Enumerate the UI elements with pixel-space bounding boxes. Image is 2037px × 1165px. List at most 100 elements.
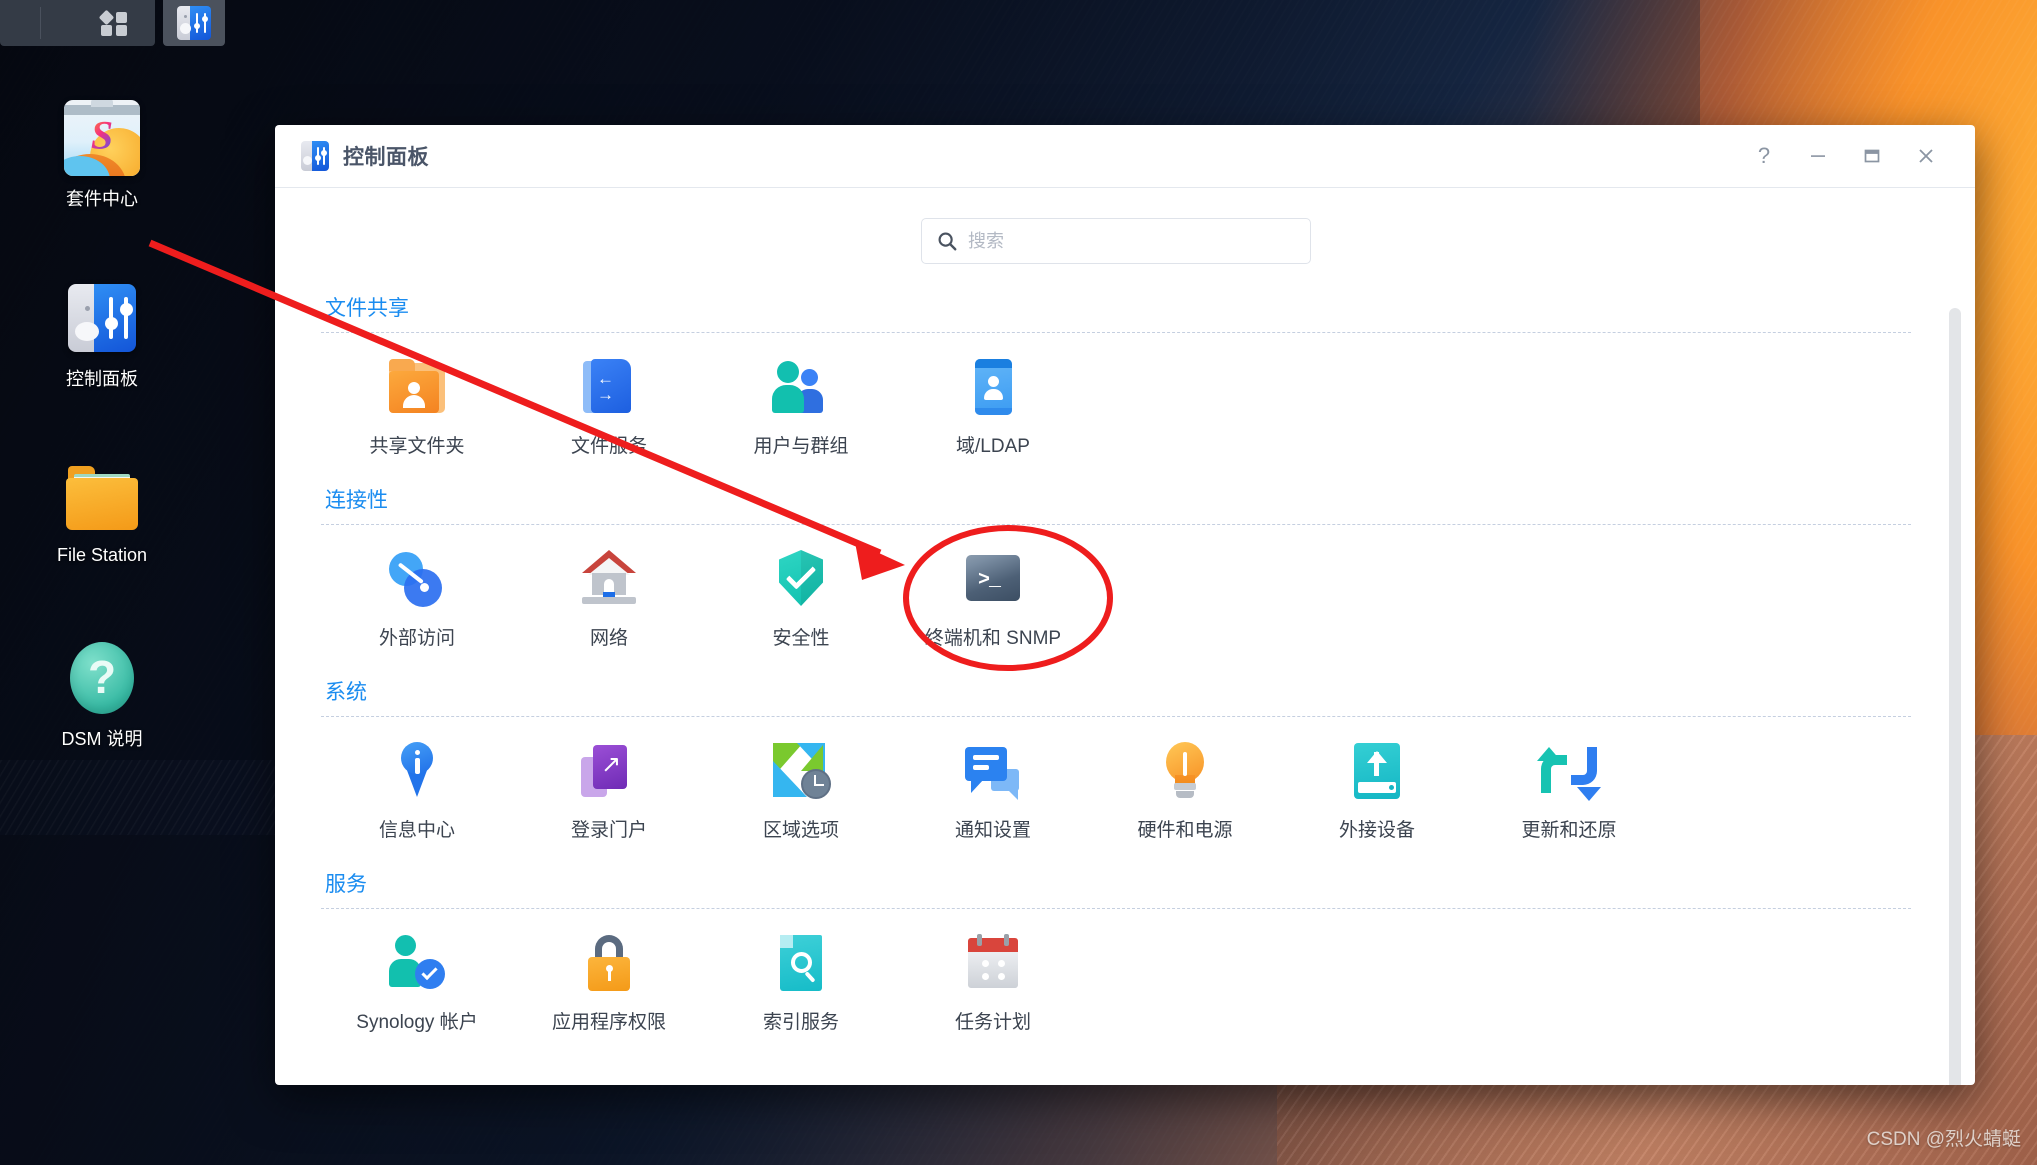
tile-label: 用户与群组 xyxy=(753,436,849,457)
tile-external-devices[interactable]: 外接设备 xyxy=(1281,735,1473,842)
close-icon xyxy=(1919,149,1933,163)
terminal-snmp-icon: >_ xyxy=(963,549,1023,609)
window-controls: ? xyxy=(1737,134,1975,178)
tile-label: 域/LDAP xyxy=(956,436,1030,457)
section-tiles: 信息中心 ↗ 登录门户 区域选项 通知设置 硬件和电源 外接设备 更新和还原 xyxy=(321,735,1911,842)
section-divider xyxy=(321,908,1911,909)
control-panel-scroll-content: 文件共享 共享文件夹 ←→ xyxy=(275,188,1975,1085)
minimize-button[interactable] xyxy=(1791,134,1845,178)
login-portal-icon: ↗ xyxy=(579,741,639,801)
section-title: 系统 xyxy=(325,681,367,704)
desktop-icon-package-center[interactable]: S 套件中心 xyxy=(22,100,182,211)
tile-label: Synology 帐户 xyxy=(356,1012,478,1033)
tile-app-privileges[interactable]: 应用程序权限 xyxy=(513,927,705,1034)
section-title: 文件共享 xyxy=(325,297,409,320)
notification-icon xyxy=(963,741,1023,801)
desktop-icon-label: DSM 说明 xyxy=(61,729,143,749)
window-titlebar: 控制面板 ? xyxy=(275,125,1975,187)
update-restore-icon xyxy=(1537,741,1601,801)
control-panel-icon xyxy=(177,6,211,40)
search-icon xyxy=(938,232,957,251)
shared-folder-icon xyxy=(387,357,447,417)
tile-label: 应用程序权限 xyxy=(551,1012,666,1033)
tile-label: 索引服务 xyxy=(762,1012,839,1033)
search-row xyxy=(321,218,1911,264)
grid-apps-icon xyxy=(98,9,127,36)
vertical-scrollbar[interactable] xyxy=(1949,308,1961,1085)
tile-label: 文件服务 xyxy=(570,436,647,457)
close-button[interactable] xyxy=(1899,134,1953,178)
regional-options-icon xyxy=(771,741,831,801)
tile-label: 信息中心 xyxy=(378,820,455,841)
section-file-sharing: 文件共享 共享文件夹 ← → 文件服务 用户与群组 域/LDAP xyxy=(321,292,1911,458)
tile-label: 区域选项 xyxy=(762,820,839,841)
tile-file-services[interactable]: ← → 文件服务 xyxy=(513,351,705,458)
tile-shared-folder[interactable]: 共享文件夹 xyxy=(321,351,513,458)
folder-icon xyxy=(64,460,140,536)
desktop-icon-label: File Station xyxy=(56,545,148,565)
control-panel-window: 控制面板 ? 搜索 文件共享 共享文件夹 ← → 文件服务 用户与群组 域/LD… xyxy=(275,125,1975,1085)
network-icon xyxy=(579,549,639,609)
tile-users-groups[interactable]: 用户与群组 xyxy=(705,351,897,458)
section-title: 服务 xyxy=(325,873,367,896)
file-services-icon: ← → xyxy=(579,357,639,417)
package-center-icon: S xyxy=(64,100,140,176)
watermark-text: CSDN @烈火蜻蜓 xyxy=(1866,1129,2021,1150)
section-divider xyxy=(321,524,1911,525)
maximize-button[interactable] xyxy=(1845,134,1899,178)
taskbar-item-control-panel[interactable] xyxy=(163,0,225,46)
tile-security[interactable]: 安全性 xyxy=(705,543,897,650)
section-tiles: 共享文件夹 ← → 文件服务 用户与群组 域/LDAP xyxy=(321,351,1911,458)
search-box[interactable] xyxy=(921,218,1311,264)
tile-hardware-power[interactable]: 硬件和电源 xyxy=(1089,735,1281,842)
section-tiles: 外部访问 网络 安全性 >_ 终端机和 SNMP xyxy=(321,543,1911,650)
tile-indexing-service[interactable]: 索引服务 xyxy=(705,927,897,1034)
tile-label: 安全性 xyxy=(772,628,830,649)
tile-label: 共享文件夹 xyxy=(369,436,465,457)
tile-synology-account[interactable]: Synology 帐户 xyxy=(321,927,513,1034)
tile-label: 任务计划 xyxy=(954,1012,1031,1033)
tile-network[interactable]: 网络 xyxy=(513,543,705,650)
desktop-icon-dsm-help[interactable]: ? DSM 说明 xyxy=(22,640,182,751)
tile-label: 通知设置 xyxy=(954,820,1031,841)
tile-label: 外部访问 xyxy=(378,628,455,649)
control-panel-icon xyxy=(301,141,329,171)
synology-account-icon xyxy=(387,933,447,993)
control-panel-icon xyxy=(64,280,140,356)
desktop-icon-label: 控制面板 xyxy=(66,369,138,389)
tile-notification[interactable]: 通知设置 xyxy=(897,735,1089,842)
hardware-power-icon xyxy=(1155,741,1215,801)
tile-domain-ldap[interactable]: 域/LDAP xyxy=(897,351,1089,458)
section-tiles: Synology 帐户 应用程序权限 索引服务 任务计划 xyxy=(321,927,1911,1034)
tile-label: 外接设备 xyxy=(1338,820,1415,841)
tile-update-restore[interactable]: 更新和还原 xyxy=(1473,735,1665,842)
taskbar xyxy=(0,0,225,46)
minimize-icon xyxy=(1811,155,1825,157)
question-mark-icon: ? xyxy=(1757,143,1771,168)
tile-label: 网络 xyxy=(589,628,628,649)
domain-ldap-icon xyxy=(963,357,1023,417)
tile-label: 登录门户 xyxy=(570,820,647,841)
maximize-icon xyxy=(1864,149,1880,163)
section-divider xyxy=(321,716,1911,717)
users-groups-icon xyxy=(771,357,831,417)
security-shield-icon xyxy=(771,549,831,609)
desktop-icon-file-station[interactable]: File Station xyxy=(22,460,182,566)
taskbar-divider xyxy=(40,7,41,39)
desktop-icon-label: 套件中心 xyxy=(66,189,138,209)
tile-label: 硬件和电源 xyxy=(1137,820,1233,841)
help-button[interactable]: ? xyxy=(1737,134,1791,178)
question-mark-icon: ? xyxy=(64,640,140,716)
desktop-icon-control-panel[interactable]: 控制面板 xyxy=(22,280,182,391)
tile-regional-options[interactable]: 区域选项 xyxy=(705,735,897,842)
tile-login-portal[interactable]: ↗ 登录门户 xyxy=(513,735,705,842)
tile-info-center[interactable]: 信息中心 xyxy=(321,735,513,842)
section-system: 系统 信息中心 ↗ 登录门户 区域选项 通知设置 硬件和电源 外接设备 更新和还… xyxy=(321,676,1911,842)
tile-label: 终端机和 SNMP xyxy=(924,628,1062,649)
tile-external-access[interactable]: 外部访问 xyxy=(321,543,513,650)
tile-terminal-snmp[interactable]: >_ 终端机和 SNMP xyxy=(897,543,1089,650)
taskbar-apps-button[interactable] xyxy=(0,0,155,46)
search-input[interactable] xyxy=(968,230,1296,252)
tile-task-scheduler[interactable]: 任务计划 xyxy=(897,927,1089,1034)
control-panel-body: 文件共享 共享文件夹 ←→ xyxy=(275,188,1975,1085)
